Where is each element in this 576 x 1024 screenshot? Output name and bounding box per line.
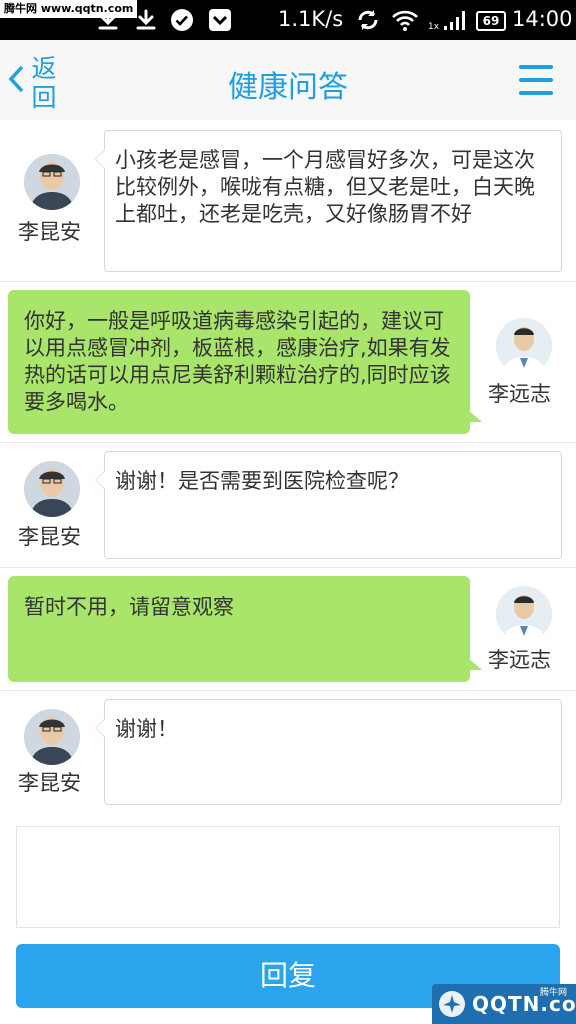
message-row: 李昆安 谢谢！是否需要到医院检查呢？ xyxy=(0,443,576,568)
patient-avatar-icon xyxy=(24,709,80,765)
avatar xyxy=(24,154,80,210)
message-bubble: 谢谢！ xyxy=(95,699,562,805)
message-bubble: 暂时不用，请留意观察 xyxy=(8,576,482,682)
sender-name: 李远志 xyxy=(488,382,551,406)
doctor-avatar-icon xyxy=(496,318,552,374)
message-row: 李昆安 谢谢！ xyxy=(0,691,576,815)
sender-name: 李远志 xyxy=(488,648,551,672)
message-bubble: 小孩老是感冒，一个月感冒好多次，可是这次比较例外，喉咙有点糖，但又老是吐，白天晚… xyxy=(95,130,562,272)
battery-icon: 69 xyxy=(476,11,506,31)
doctor-avatar-icon xyxy=(496,586,552,642)
message-bubble: 谢谢！是否需要到医院检查呢？ xyxy=(95,451,562,559)
avatar xyxy=(496,586,552,642)
message-row: 你好，一般是呼吸道病毒感染引起的，建议可以用点感冒冲剂，板蓝根，感康治疗,如果有… xyxy=(0,282,576,443)
check-circle-icon xyxy=(171,9,193,31)
menu-icon[interactable] xyxy=(516,62,556,98)
wifi-icon xyxy=(392,10,418,31)
sender-name: 李昆安 xyxy=(18,525,81,549)
sender-name: 李昆安 xyxy=(18,771,81,795)
signal-icon xyxy=(444,11,465,30)
chevron-left-icon xyxy=(8,65,24,93)
status-bar: 腾牛网 www.qqtn.com 1.1K/s 1x 69 14:00 xyxy=(0,0,576,40)
airplane-icon xyxy=(439,991,465,1017)
sync-icon xyxy=(358,10,378,30)
back-label: 返回 xyxy=(31,54,57,112)
clock: 14:00 xyxy=(512,7,573,31)
download-icon xyxy=(98,9,118,30)
avatar xyxy=(24,461,80,517)
patient-avatar-icon xyxy=(24,461,80,517)
watermark-logo: QQTN.com 腾牛网 xyxy=(432,984,576,1024)
nav-bar: 返回 健康问答 xyxy=(0,40,576,120)
avatar xyxy=(496,318,552,374)
page-title: 健康问答 xyxy=(228,70,348,105)
message-bubble: 你好，一般是呼吸道病毒感染引起的，建议可以用点感冒冲剂，板蓝根，感康治疗,如果有… xyxy=(8,290,482,434)
reply-input[interactable] xyxy=(16,826,560,928)
net-speed: 1.1K/s xyxy=(278,7,344,31)
watermark-small: 腾牛网 xyxy=(540,988,568,998)
sender-name: 李昆安 xyxy=(18,220,81,244)
avatar xyxy=(24,709,80,765)
patient-avatar-icon xyxy=(24,154,80,210)
network-type: 1x xyxy=(428,22,440,32)
back-button[interactable]: 返回 xyxy=(6,50,66,112)
download-icon xyxy=(136,9,156,30)
message-row: 暂时不用，请留意观察 李远志 xyxy=(0,568,576,691)
chevron-down-icon xyxy=(209,9,231,31)
message-row: 李昆安 小孩老是感冒，一个月感冒好多次，可是这次比较例外，喉咙有点糖，但又老是吐… xyxy=(0,120,576,282)
